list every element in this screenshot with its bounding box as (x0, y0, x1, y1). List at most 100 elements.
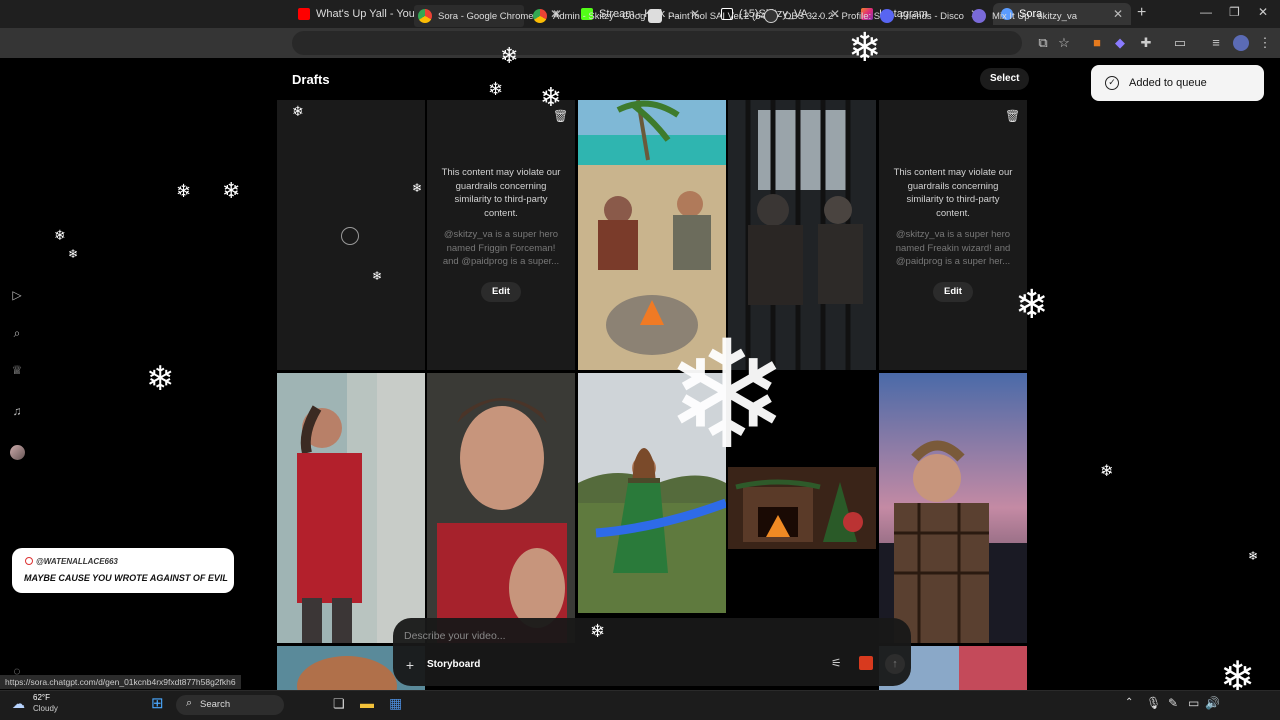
taskbar-app-painttool[interactable]: PaintTool SAI Ver.2 (64 (644, 5, 766, 27)
user-avatar[interactable] (10, 445, 25, 460)
weather-temperature: 62°F (33, 693, 50, 702)
close-window-icon[interactable]: ✕ (1258, 5, 1268, 19)
file-explorer-icon[interactable]: ▬ (360, 696, 374, 710)
select-button[interactable]: Select (980, 68, 1030, 90)
snowflake-icon: ❄ (1100, 463, 1114, 480)
snowflake-icon: ❄ (500, 43, 519, 68)
snowflake-icon: ❄ (590, 621, 606, 641)
draft-video-thumbnail[interactable] (427, 373, 575, 643)
prompt-input[interactable]: Describe your video... (404, 630, 506, 642)
trophy-icon[interactable]: ♕ (10, 363, 24, 377)
display-icon[interactable]: ▭ (1188, 697, 1199, 709)
cloudy-weather-icon: ☁ (12, 696, 25, 711)
address-bar[interactable] (292, 31, 1022, 55)
settings-sliders-icon[interactable]: ⚟ (831, 656, 842, 670)
snowflake-icon: ❄ (540, 82, 562, 112)
draft-card-empty (728, 549, 876, 613)
photos-icon[interactable]: ▦ (389, 696, 402, 710)
mixitup-icon (972, 9, 986, 23)
add-media-icon[interactable]: + (401, 656, 419, 674)
bookmark-star-icon[interactable]: ☆ (1056, 35, 1072, 51)
notification-bell-icon[interactable]: ♫ (10, 404, 24, 418)
draft-loading-card[interactable] (277, 100, 425, 370)
painttool-icon (648, 9, 662, 23)
side-panel-icon[interactable]: ▭ (1172, 35, 1188, 51)
install-app-icon[interactable]: ⧉ (1035, 35, 1051, 51)
guardrail-message: This content may violate our guardrails … (893, 167, 1013, 219)
taskbar-app-label: Sora - Google Chrome (438, 10, 534, 22)
menu-kebab-icon[interactable]: ⋮ (1257, 35, 1273, 51)
snowflake-icon: ❄ (222, 178, 241, 203)
snowflake-icon: ❄ (412, 181, 423, 195)
chat-username: @WATENALLACE663 (36, 557, 118, 566)
snowflake-icon: ❄ (372, 269, 383, 283)
toast-message: Added to queue (1129, 77, 1207, 89)
youtube-icon (298, 8, 310, 20)
maximize-icon[interactable]: ❐ (1229, 5, 1240, 19)
minimize-icon[interactable]: — (1200, 5, 1212, 19)
snowflake-icon: ❄ (848, 26, 882, 70)
search-icon[interactable]: ⌕ (10, 326, 24, 340)
taskbar-app-chrome-admin[interactable]: Admin - Skitzy - Goog (529, 5, 645, 27)
draft-prompt: @skitzy_va is a super hero named Freakin… (895, 229, 1011, 267)
browser-toolbar: ⧉ ☆ ■ ◆ ✚ ▭ ≡ ⋮ (0, 28, 1280, 58)
video-icon[interactable]: ▷ (10, 288, 24, 302)
sora-page: Drafts Select ✓ Added to queue ▷ ⌕ ♕ ♫ ◌… (0, 58, 1280, 690)
extensions-puzzle-icon[interactable]: ✚ (1138, 35, 1154, 51)
windows-start-icon[interactable]: ⊞ (151, 696, 164, 711)
thumbnail-bathroom-stall (277, 373, 425, 643)
trash-icon[interactable]: 🗑 (1005, 109, 1020, 123)
chrome-icon (533, 9, 547, 23)
draft-video-thumbnail[interactable] (277, 373, 425, 643)
taskbar-app-label: Friends - Discord (900, 10, 964, 22)
taskbar-search[interactable]: Search (176, 695, 284, 715)
draft-video-thumbnail[interactable] (879, 373, 1027, 643)
draft-blocked-card[interactable]: 🗑 This content may violate our guardrail… (427, 100, 575, 370)
guardrail-message: This content may violate our guardrails … (441, 167, 561, 219)
close-icon[interactable]: ✕ (1113, 7, 1123, 21)
extension-shield-icon[interactable]: ◆ (1112, 35, 1128, 51)
draft-blocked-card[interactable]: 🗑 This content may violate our guardrail… (879, 100, 1027, 370)
pen-icon[interactable]: ✎ (1168, 697, 1178, 709)
chat-overlay: @WATENALLACE663 MAYBE CAUSE YOU WROTE AG… (12, 548, 234, 593)
volume-icon[interactable]: 🔊 (1205, 697, 1220, 709)
snowflake-icon: ❄ (292, 103, 304, 119)
task-view-icon[interactable]: ❏ (333, 697, 345, 710)
extension-icon[interactable]: ■ (1089, 35, 1105, 51)
edit-button[interactable]: Edit (481, 282, 521, 302)
snowflake-icon: ❄ (54, 227, 66, 243)
taskbar-app-mixitup[interactable]: Mix It Up - skitzy_va - (968, 5, 1080, 27)
snowflake-icon: ❄ (1248, 549, 1259, 563)
chrome-icon (418, 9, 432, 23)
taskbar-app-discord[interactable]: Friends - Discord (876, 5, 964, 27)
chat-message: MAYBE CAUSE YOU WROTE AGAINST OF EVIL (24, 573, 228, 583)
thumbnail-fireplace (728, 467, 876, 549)
reading-list-icon[interactable]: ≡ (1208, 35, 1224, 51)
snowflake-icon: ❄ (1015, 283, 1049, 327)
taskbar-app-label: OBS 32.0.2 - Profile: St (784, 10, 883, 22)
draft-video-thumbnail[interactable] (728, 467, 876, 549)
submit-arrow-icon[interactable]: ↑ (885, 654, 905, 674)
taskbar-app-obs[interactable]: OBS 32.0.2 - Profile: St (760, 5, 883, 27)
snowflake-icon: ❄ (68, 247, 79, 261)
snowflake-icon: ❄ (488, 79, 504, 99)
profile-avatar-icon[interactable] (1233, 35, 1249, 51)
obs-icon (764, 9, 778, 23)
page-title: Drafts (292, 72, 330, 87)
search-icon: ⌕ (186, 697, 193, 709)
new-tab-button[interactable]: + (1137, 4, 1146, 22)
loading-spinner-icon (341, 227, 359, 245)
snowflake-icon: ❄ (664, 311, 790, 479)
storyboard-button[interactable]: Storyboard (427, 656, 480, 674)
taskbar-app-label: Mix It Up - skitzy_va - (992, 10, 1080, 22)
taskbar-app-label: PaintTool SAI Ver.2 (64 (668, 10, 766, 22)
chevron-up-icon[interactable]: ⌃ (1125, 698, 1133, 708)
taskbar-app-chrome-sora[interactable]: Sora - Google Chrome (414, 5, 534, 27)
snowflake-icon: ❄ (146, 360, 175, 398)
discord-icon (880, 9, 894, 23)
thumbnail-sunset-city (879, 373, 1027, 643)
edit-button[interactable]: Edit (933, 282, 973, 302)
microphone-icon[interactable]: 🎙 (1146, 697, 1161, 709)
taskbar-app-label: Admin - Skitzy - Goog (553, 10, 646, 22)
gift-icon[interactable] (859, 656, 873, 670)
